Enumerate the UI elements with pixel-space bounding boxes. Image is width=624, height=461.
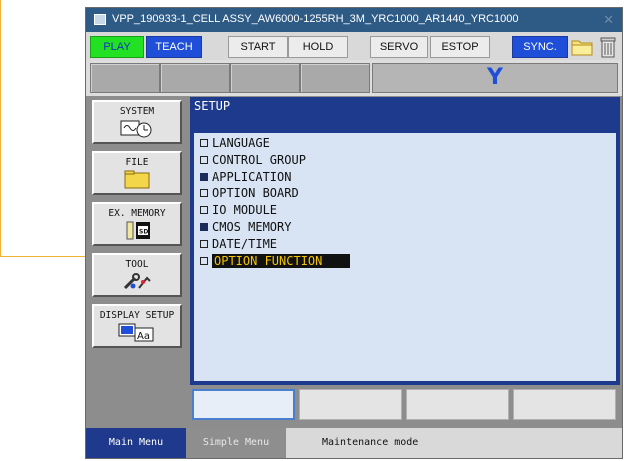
menu-item-io-module[interactable]: IO MODULE	[200, 202, 350, 219]
coordinate-indicator: Y	[372, 63, 618, 93]
checkbox-filled-icon	[200, 172, 208, 181]
mode-label: Maintenance mode	[322, 437, 419, 448]
function-key-1[interactable]	[192, 389, 295, 420]
checkbox-icon	[200, 139, 208, 147]
setup-menu: LANGUAGE CONTROL GROUP APPLICATION OPTIO…	[200, 135, 351, 270]
status-cell-2	[160, 63, 230, 93]
sidebar-item-label: TOOL	[125, 259, 149, 270]
annotation-line-vertical	[0, 0, 1, 256]
checkbox-filled-icon	[200, 222, 208, 231]
menu-item-option-function[interactable]: OPTION FUNCTION	[200, 253, 351, 270]
estop-button[interactable]: ESTOP	[430, 36, 490, 58]
status-cell-4	[300, 63, 370, 93]
svg-text:Aa: Aa	[137, 331, 150, 342]
app-icon	[94, 14, 106, 25]
sidebar-item-tool[interactable]: TOOL	[92, 253, 182, 297]
teach-button[interactable]: TEACH	[146, 36, 202, 58]
main-menu-button[interactable]: Main Menu	[86, 428, 186, 458]
sidebar-item-label: DISPLAY SETUP	[99, 310, 175, 321]
folder-icon[interactable]	[570, 35, 594, 59]
sync-button[interactable]: SYNC.	[512, 36, 568, 58]
hold-button[interactable]: HOLD	[288, 36, 348, 58]
folder-icon	[124, 170, 150, 189]
menu-item-control-group[interactable]: CONTROL GROUP	[200, 152, 350, 169]
menu-item-cmos-memory[interactable]: CMOS MEMORY	[200, 219, 350, 236]
play-button[interactable]: PLAY	[90, 36, 144, 58]
sidebar-item-label: SYSTEM	[119, 106, 155, 117]
sidebar-item-file[interactable]: FILE	[92, 151, 182, 195]
status-row: Y	[86, 60, 622, 96]
pendant-window: VPP_190933-1_CELL ASSY_AW6000-1255RH_3M_…	[86, 8, 622, 458]
checkbox-icon	[200, 206, 208, 215]
checkbox-icon	[200, 155, 208, 164]
simple-menu-button[interactable]: Simple Menu	[186, 428, 286, 458]
trash-icon[interactable]	[596, 35, 620, 59]
menu-item-language[interactable]: LANGUAGE	[200, 135, 350, 152]
menu-item-date-time[interactable]: DATE/TIME	[200, 236, 350, 253]
status-cell-3	[230, 63, 300, 93]
panel-body: LANGUAGE CONTROL GROUP APPLICATION OPTIO…	[194, 133, 616, 381]
window-title: VPP_190933-1_CELL ASSY_AW6000-1255RH_3M_…	[112, 13, 519, 25]
toolbar: PLAY TEACH START HOLD SERVO ON ESTOP SYN…	[86, 32, 622, 73]
sidebar-item-display-setup[interactable]: DISPLAY SETUP Aa	[92, 304, 182, 348]
function-key-2[interactable]	[299, 389, 402, 420]
start-button[interactable]: START	[228, 36, 288, 58]
setup-panel: SETUP LANGUAGE CONTROL GROUP APPLICATION…	[190, 97, 620, 385]
function-key-row	[190, 386, 620, 424]
display-aa-icon: Aa	[118, 323, 154, 342]
tool-icon	[123, 273, 151, 290]
sidebar-item-label: FILE	[125, 157, 149, 168]
close-icon[interactable]: ✕	[603, 12, 614, 28]
sd-card-icon: SD	[126, 221, 150, 240]
panel-title: SETUP	[194, 99, 231, 113]
checkbox-icon	[200, 189, 208, 198]
sidebar-item-label: EX. MEMORY	[108, 208, 166, 219]
servo-on-button[interactable]: SERVO ON	[370, 36, 428, 73]
title-bar: VPP_190933-1_CELL ASSY_AW6000-1255RH_3M_…	[86, 8, 622, 32]
sidebar-item-ex-memory[interactable]: EX. MEMORY SD	[92, 202, 182, 246]
menu-item-option-board[interactable]: OPTION BOARD	[200, 185, 350, 202]
system-clock-icon	[120, 120, 152, 138]
sidebar-item-system[interactable]: SYSTEM	[92, 100, 182, 144]
function-key-4[interactable]	[513, 389, 616, 420]
menu-item-application[interactable]: APPLICATION	[200, 169, 350, 186]
svg-text:SD: SD	[139, 229, 148, 236]
checkbox-icon	[200, 256, 208, 265]
status-cell-1	[90, 63, 160, 93]
bottom-bar: Main Menu Simple Menu Maintenance mode	[86, 428, 622, 458]
checkbox-icon	[200, 239, 208, 248]
function-key-3[interactable]	[406, 389, 509, 420]
